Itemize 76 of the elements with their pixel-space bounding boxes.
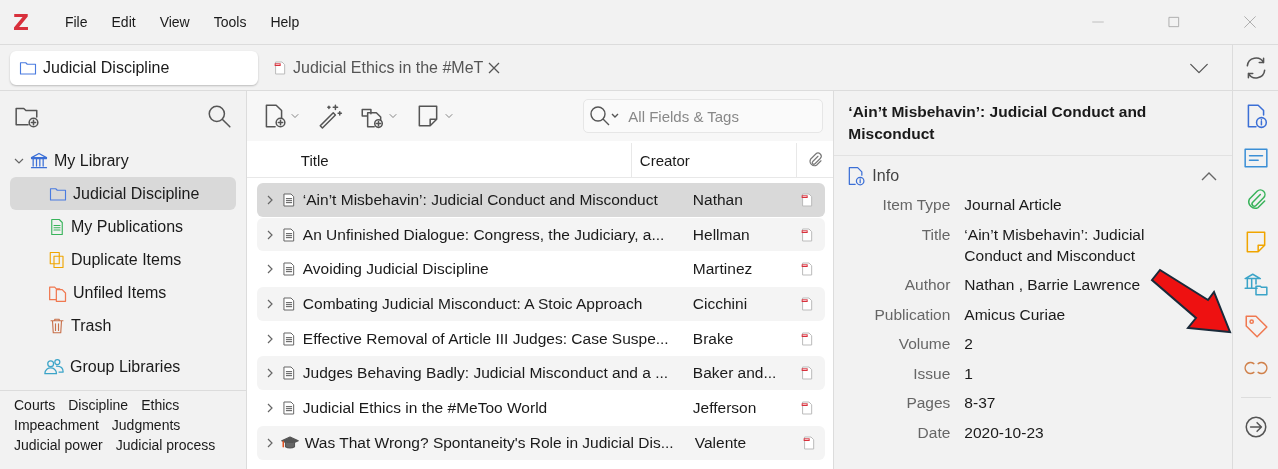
creator-cell-text: Nathan xyxy=(692,190,744,209)
field-value[interactable]: 2 xyxy=(964,333,973,354)
collection-item[interactable]: Duplicate Items xyxy=(10,243,236,276)
title-cell-text: Judicial Ethics in the #MeToo World xyxy=(302,398,549,417)
tag[interactable]: Discipline xyxy=(68,397,129,413)
collection-item[interactable]: Judicial Discipline xyxy=(10,177,236,210)
document-icon xyxy=(48,216,66,237)
title-cell-text: ‘Ain’t Misbehavin’: Judicial Conduct and Misconduct xyxy=(302,190,659,209)
item-row[interactable]: Avoiding Judicial Discipline Martinez xyxy=(256,252,826,287)
field-value[interactable]: ‘Ain’t Misbehavin’: Judicial Conduct and Misconduct xyxy=(964,223,1183,266)
title-cell-text: Combating Judicial Misconduct: A Stoic Approach xyxy=(302,294,644,313)
info-document-icon xyxy=(846,165,867,187)
menu-item[interactable]: Help xyxy=(258,10,312,34)
field-label: Issue xyxy=(912,363,951,384)
field-label: Author xyxy=(903,275,951,295)
app-logo: Z xyxy=(13,9,29,35)
title-cell-text: An Unfinished Dialogue: Congress, the Judiciary, a... xyxy=(302,225,666,244)
chevron-icon[interactable] xyxy=(1200,170,1219,182)
creator-cell-text: Cicchini xyxy=(692,294,749,313)
tag[interactable]: Courts xyxy=(14,397,56,413)
tag[interactable]: Ethics xyxy=(141,397,180,413)
item-row[interactable]: Was That Wrong? Spontaneity's Role in Judicial Dis... Valente xyxy=(256,425,826,460)
creator-cell-text: Martinez xyxy=(692,260,754,279)
pdf-icon xyxy=(272,58,288,77)
title-cell-text: Avoiding Judicial Discipline xyxy=(302,260,490,279)
column-header[interactable]: Creator xyxy=(639,151,690,169)
tab[interactable]: Judicial Discipline xyxy=(10,50,258,85)
library-folder-icon[interactable] xyxy=(1242,271,1269,297)
creator-cell-text: Baker and... xyxy=(692,364,778,383)
field-value[interactable]: 1 xyxy=(964,362,973,384)
field-value[interactable]: 2020-10-23 xyxy=(964,421,1044,443)
creator-cell-text: Hellman xyxy=(692,225,751,244)
menu-item[interactable]: File xyxy=(52,10,100,34)
tag[interactable]: Judicial process xyxy=(115,437,216,453)
search-field[interactable]: All Fields & Tags xyxy=(583,99,824,133)
field-label: Item Type xyxy=(881,195,951,215)
item-row[interactable]: Combating Judicial Misconduct: A Stoic Approach Cicchini xyxy=(256,287,826,321)
collection-item[interactable]: Trash xyxy=(10,309,236,342)
collection-item[interactable]: Group Libraries xyxy=(24,350,236,383)
collection-item[interactable]: My Library xyxy=(10,144,236,177)
field-label: Volume xyxy=(897,334,951,354)
title-cell-text: Was That Wrong? Spontaneity's Role in Judicial Dis... xyxy=(304,433,675,452)
section-title[interactable]: Info xyxy=(872,167,900,185)
menu-item[interactable]: View xyxy=(147,10,202,34)
field-label: Pages xyxy=(905,393,951,413)
menu-item[interactable]: Edit xyxy=(99,10,148,34)
creator-cell-text: Valente xyxy=(694,433,748,452)
creator-cell-text: Jefferson xyxy=(692,398,758,417)
field-label: Publication xyxy=(873,304,951,325)
field-value[interactable]: Journal Article xyxy=(964,194,1062,215)
menu-item[interactable]: Tools xyxy=(201,10,259,34)
tag[interactable]: Judicial power xyxy=(14,437,103,453)
title-cell-text: Judges Behaving Badly: Judicial Misconduct and a ... xyxy=(302,364,670,383)
column-header[interactable]: Title xyxy=(246,151,631,169)
group-icon xyxy=(43,356,65,377)
tag[interactable]: Judgments xyxy=(111,417,181,433)
item-row[interactable]: Judicial Ethics in the #MeToo World Jefferson xyxy=(256,391,826,425)
tab[interactable]: Judicial Ethics in the #MeT xyxy=(264,50,509,85)
field-value[interactable]: Nathan , Barrie Lawrence xyxy=(964,274,1141,295)
item-row[interactable]: An Unfinished Dialogue: Congress, the Judiciary, a... Hellman xyxy=(256,217,826,252)
item-row[interactable]: Judges Behaving Badly: Judicial Misconduct and a ... Baker and... xyxy=(256,356,826,391)
library-icon xyxy=(29,150,49,171)
field-value[interactable]: Amicus Curiae xyxy=(964,303,1066,325)
collection-item[interactable]: Unfiled Items xyxy=(10,276,236,309)
close-icon[interactable] xyxy=(488,61,501,74)
item-title: ‘Ain’t Misbehavin’: Judicial Conduct and Misconduct xyxy=(834,91,1233,156)
field-value[interactable]: 8-37 xyxy=(964,392,996,413)
field-label: Date xyxy=(916,422,951,443)
duplicate-icon xyxy=(48,249,66,270)
tag[interactable]: Impeachment xyxy=(14,417,99,433)
collection-item[interactable]: My Publications xyxy=(10,210,236,243)
item-row[interactable]: ‘Ain’t Misbehavin’: Judicial Conduct and Misconduct Nathan xyxy=(256,183,826,217)
creator-cell-text: Brake xyxy=(692,329,735,348)
title-cell-text: Effective Removal of Article III Judges: Case Suspe... xyxy=(302,329,670,348)
item-row[interactable]: Effective Removal of Article III Judges: Case Suspe... Brake xyxy=(256,321,826,356)
field-label: Title xyxy=(920,224,951,245)
